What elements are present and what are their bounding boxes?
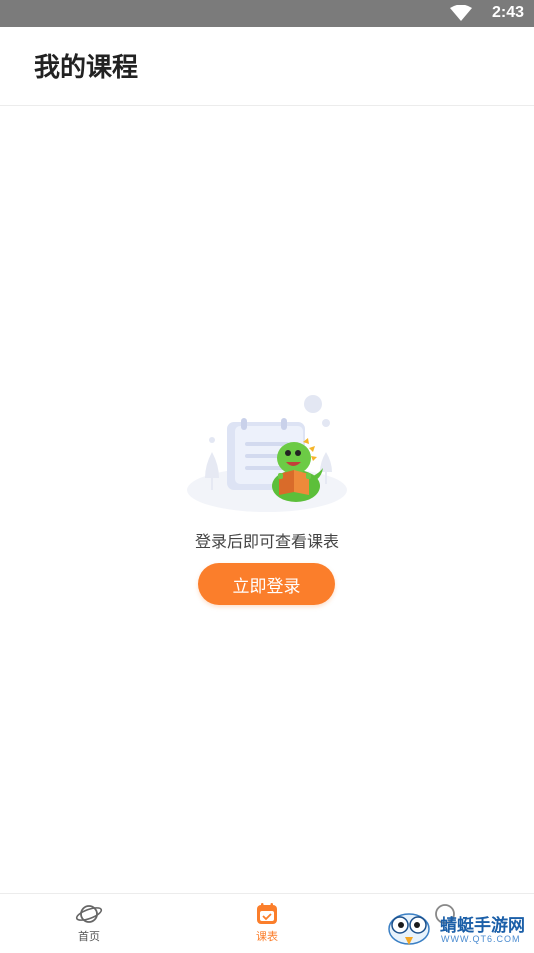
dinosaur-reading-calendar-illustration [187,395,347,512]
watermark: 蜻蜓手游网 WWW.QT6.COM [385,905,534,949]
page-title: 我的课程 [34,53,139,83]
status-bar: 2:43 [0,0,534,27]
tab-home-label: 首页 [78,930,100,943]
watermark-title: 蜻蜓手游网 [440,916,525,936]
planet-icon [75,905,103,923]
login-button[interactable]: 立即登录 [198,563,335,605]
page-header: 我的课程 [0,27,534,106]
status-time: 2:43 [491,4,524,21]
calendar-icon [257,903,277,924]
wifi-icon [450,5,472,21]
tab-schedule[interactable]: 课表 [227,902,307,944]
watermark-subtitle: WWW.QT6.COM [441,934,521,944]
empty-message: 登录后即可查看课表 [194,532,339,551]
dragonfly-logo-icon [388,913,430,945]
tab-schedule-label: 课表 [256,930,278,943]
tab-home[interactable]: 首页 [49,902,129,944]
